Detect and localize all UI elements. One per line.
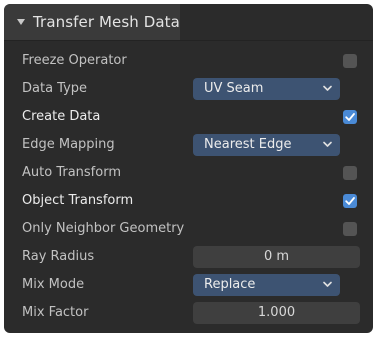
row-mix-mode: Mix Mode Replace [4,271,373,299]
row-object-transform: Object Transform [4,187,373,215]
only-neighbor-geometry-label: Only Neighbor Geometry [22,221,185,236]
chevron-down-icon [323,281,332,287]
row-data-type: Data Type UV Seam [4,75,373,103]
mix-mode-value: Replace [204,277,256,292]
checkmark-icon [345,197,355,205]
mix-factor-label: Mix Factor [22,305,89,320]
row-auto-transform: Auto Transform [4,159,373,187]
mix-factor-value: 1.000 [257,305,296,320]
transfer-mesh-data-panel: Transfer Mesh Data Freeze Operator Data … [4,4,373,333]
only-neighbor-geometry-checkbox[interactable] [343,222,357,236]
create-data-label: Create Data [22,109,101,124]
edge-mapping-dropdown[interactable]: Nearest Edge [193,134,340,156]
object-transform-checkbox[interactable] [343,194,357,208]
ray-radius-value: 0 m [263,249,290,264]
row-create-data: Create Data [4,103,373,131]
row-freeze-operator: Freeze Operator [4,47,373,75]
header-divider [4,40,373,41]
row-ray-radius: Ray Radius 0 m [4,243,373,271]
ray-radius-field[interactable]: 0 m [193,246,360,268]
panel-title: Transfer Mesh Data [33,13,180,31]
triangle-down-icon[interactable] [17,19,25,25]
row-mix-factor: Mix Factor 1.000 [4,299,373,327]
chevron-down-icon [323,85,332,91]
data-type-dropdown[interactable]: UV Seam [193,78,340,100]
row-only-neighbor-geometry: Only Neighbor Geometry [4,215,373,243]
edge-mapping-label: Edge Mapping [22,137,115,152]
ray-radius-label: Ray Radius [22,249,95,264]
panel-header[interactable]: Transfer Mesh Data [4,4,180,40]
freeze-operator-label: Freeze Operator [22,53,127,68]
data-type-label: Data Type [22,81,88,96]
object-transform-label: Object Transform [22,193,134,208]
freeze-operator-checkbox[interactable] [343,54,357,68]
auto-transform-checkbox[interactable] [343,166,357,180]
row-edge-mapping: Edge Mapping Nearest Edge [4,131,373,159]
edge-mapping-value: Nearest Edge [204,137,292,152]
data-type-value: UV Seam [204,81,264,96]
auto-transform-label: Auto Transform [22,165,121,180]
checkmark-icon [345,113,355,121]
chevron-down-icon [323,141,332,147]
mix-mode-dropdown[interactable]: Replace [193,274,340,296]
mix-mode-label: Mix Mode [22,277,85,292]
create-data-checkbox[interactable] [343,110,357,124]
mix-factor-field[interactable]: 1.000 [193,302,360,324]
